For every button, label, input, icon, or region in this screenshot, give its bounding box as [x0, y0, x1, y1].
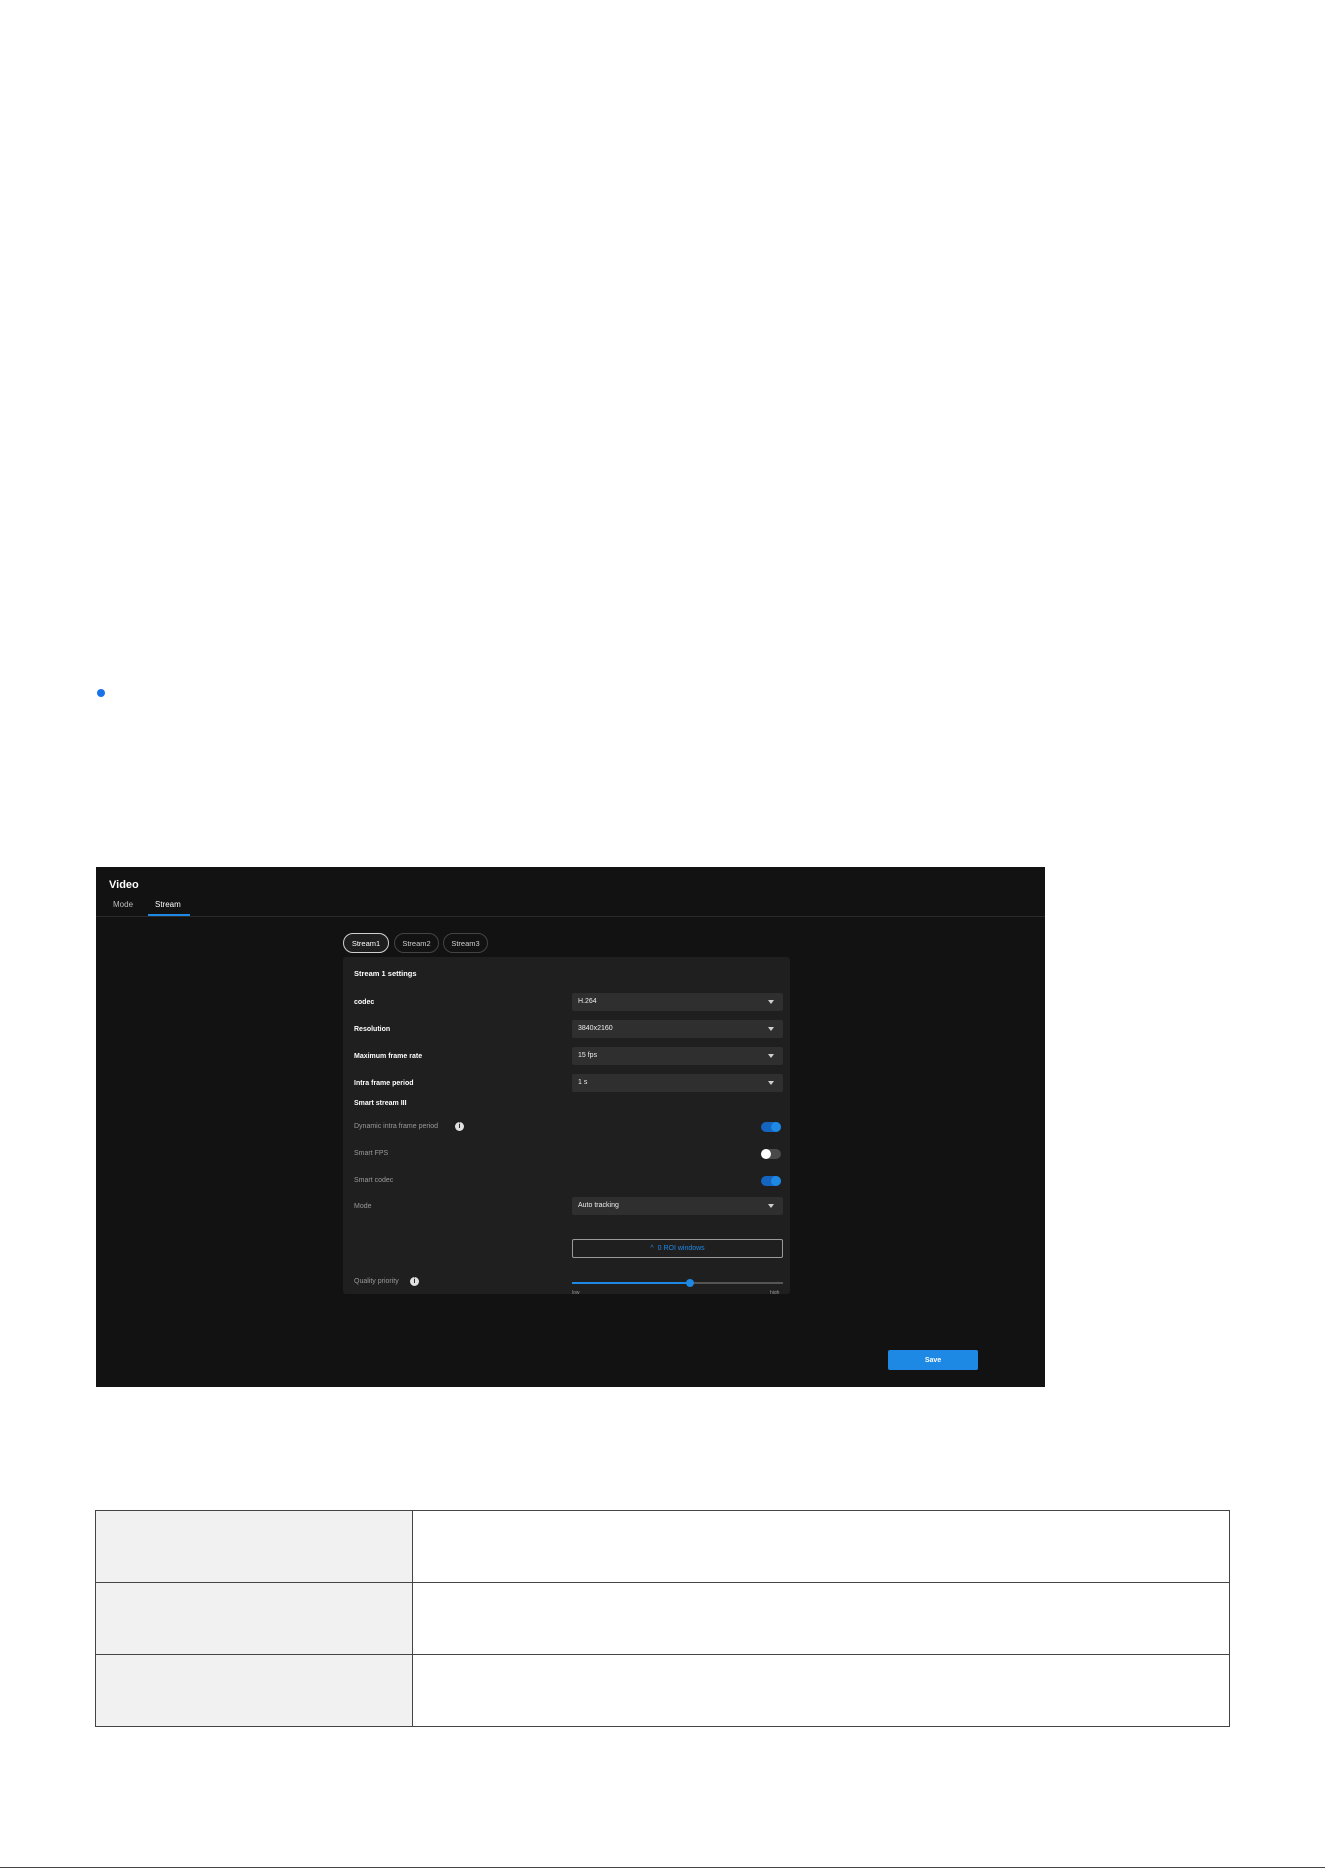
footer-divider: [0, 1867, 1325, 1868]
mode-label: Mode: [354, 1203, 372, 1210]
chevron-down-icon: [768, 1204, 774, 1208]
dynamic-intra-label: Dynamic intra frame period: [354, 1123, 439, 1130]
chevron-down-icon: [768, 1027, 774, 1031]
page-title: Video: [109, 879, 139, 891]
resolution-label: Resolution: [354, 1026, 391, 1033]
table-row: [95, 1654, 1230, 1727]
panel-title: Stream 1 settings: [354, 969, 417, 978]
resolution-value: 3840x2160: [578, 1025, 613, 1032]
save-button[interactable]: Save: [888, 1350, 978, 1370]
codec-label: codec: [354, 999, 375, 1006]
intra-frame-period-value: 1 s: [578, 1079, 588, 1086]
smart-fps-label: Smart FPS: [354, 1150, 389, 1157]
bullet-dot: [97, 689, 105, 697]
max-frame-rate-label: Maximum frame rate: [354, 1053, 423, 1060]
video-settings-screenshot: Video Mode Stream Stream1 Stream2 Stream…: [96, 867, 1045, 1387]
roi-windows-button[interactable]: ^ 0 ROI windows: [572, 1239, 783, 1258]
tab-stream2[interactable]: Stream2: [394, 933, 439, 953]
quality-priority-label: Quality priority: [354, 1278, 399, 1285]
toggle-knob: [771, 1176, 781, 1186]
toggle-knob: [771, 1122, 781, 1132]
roi-windows-label: 0 ROI windows: [657, 1245, 705, 1252]
chevron-down-icon: [768, 1054, 774, 1058]
chevron-down-icon: [768, 1081, 774, 1085]
max-frame-rate-value: 15 fps: [578, 1052, 598, 1059]
slider-max-label: high: [770, 1290, 780, 1294]
tab-stream1[interactable]: Stream1: [343, 933, 389, 953]
app-header: Video Mode Stream: [96, 867, 1045, 917]
toggle-knob: [761, 1149, 771, 1159]
table-value-cell: [412, 1654, 1230, 1727]
intra-frame-period-label: Intra frame period: [354, 1080, 414, 1087]
smart-fps-toggle[interactable]: [761, 1149, 781, 1159]
tab-stream3[interactable]: Stream3: [443, 933, 488, 953]
mode-value: Auto tracking: [578, 1202, 619, 1209]
chevron-down-icon: [768, 1000, 774, 1004]
smart-stream-heading: Smart stream III: [354, 1100, 407, 1107]
max-frame-rate-select[interactable]: 15 fps: [572, 1047, 783, 1065]
dynamic-intra-toggle[interactable]: [761, 1122, 781, 1132]
smart-codec-toggle[interactable]: [761, 1176, 781, 1186]
smart-codec-label: Smart codec: [354, 1177, 394, 1184]
table-key-cell: [95, 1510, 413, 1583]
codec-value: H.264: [578, 998, 597, 1005]
intra-frame-period-select[interactable]: 1 s: [572, 1074, 783, 1092]
table-value-cell: [412, 1510, 1230, 1583]
info-table: [95, 1510, 1230, 1727]
stream-settings-panel: Stream 1 settings codec H.264 Resolution…: [343, 957, 790, 1294]
table-row: [95, 1510, 1230, 1583]
tab-stream[interactable]: Stream: [155, 900, 181, 909]
slider-thumb[interactable]: [686, 1279, 695, 1287]
tab-mode[interactable]: Mode: [113, 900, 133, 909]
resolution-select[interactable]: 3840x2160: [572, 1020, 783, 1038]
active-tab-indicator: [148, 914, 190, 916]
table-value-cell: [412, 1582, 1230, 1655]
table-key-cell: [95, 1582, 413, 1655]
codec-select[interactable]: H.264: [572, 993, 783, 1011]
chevron-up-icon: ^: [650, 1245, 654, 1252]
table-row: [95, 1582, 1230, 1655]
quality-priority-slider[interactable]: [572, 1279, 783, 1287]
mode-select[interactable]: Auto tracking: [572, 1197, 783, 1215]
slider-fill: [572, 1282, 691, 1284]
slider-min-label: low: [572, 1290, 580, 1294]
table-key-cell: [95, 1654, 413, 1727]
info-icon[interactable]: i: [455, 1122, 464, 1131]
info-icon[interactable]: i: [410, 1277, 419, 1286]
